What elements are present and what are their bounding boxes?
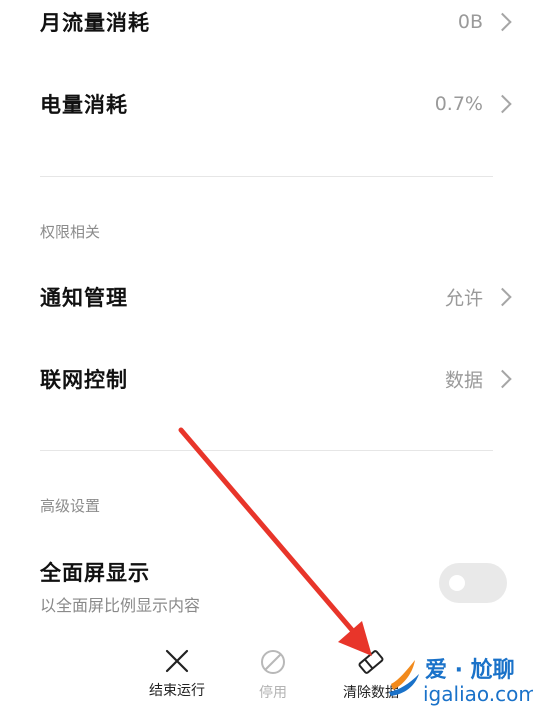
fullscreen-toggle[interactable] xyxy=(439,563,507,603)
chevron-right-icon xyxy=(493,369,512,389)
advanced-section-title: 高级设置 xyxy=(40,497,101,515)
eraser-icon xyxy=(358,650,384,674)
force-stop-label: 结束运行 xyxy=(149,683,205,699)
toggle-knob xyxy=(449,575,465,591)
battery-usage-row[interactable]: 电量消耗 0.7% xyxy=(0,74,533,134)
notification-management-row[interactable]: 通知管理 允许 xyxy=(0,267,533,327)
battery-usage-label: 电量消耗 xyxy=(40,93,128,117)
network-control-label: 联网控制 xyxy=(40,368,128,392)
monthly-traffic-label: 月流量消耗 xyxy=(40,11,150,35)
network-control-value: 数据 xyxy=(444,369,483,392)
notification-management-label: 通知管理 xyxy=(40,286,128,310)
battery-usage-value: 0.7% xyxy=(434,93,483,115)
chevron-right-icon xyxy=(493,12,512,32)
fullscreen-display-sublabel: 以全面屏比例显示内容 xyxy=(40,596,201,615)
force-stop-button[interactable]: 结束运行 xyxy=(132,648,222,708)
divider xyxy=(40,176,493,177)
watermark-brand: 爱 · 尬聊 xyxy=(425,658,515,683)
disable-icon xyxy=(261,650,285,674)
notification-management-value: 允许 xyxy=(444,287,483,310)
disable-label: 停用 xyxy=(259,685,287,701)
site-watermark: 爱 · 尬聊 igaliao.com xyxy=(385,648,533,722)
chevron-right-icon xyxy=(493,94,512,114)
close-icon xyxy=(165,649,189,673)
disable-button[interactable]: 停用 xyxy=(228,648,318,708)
watermark-logo-icon xyxy=(389,660,419,696)
watermark-url: igaliao.com xyxy=(423,682,533,706)
monthly-traffic-value: 0B xyxy=(457,11,483,33)
network-control-row[interactable]: 联网控制 数据 xyxy=(0,349,533,409)
fullscreen-display-label: 全面屏显示 xyxy=(40,561,150,585)
permissions-section-title: 权限相关 xyxy=(40,223,101,241)
chevron-right-icon xyxy=(493,287,512,307)
monthly-traffic-row[interactable]: 月流量消耗 0B xyxy=(0,0,533,52)
divider xyxy=(40,450,493,451)
